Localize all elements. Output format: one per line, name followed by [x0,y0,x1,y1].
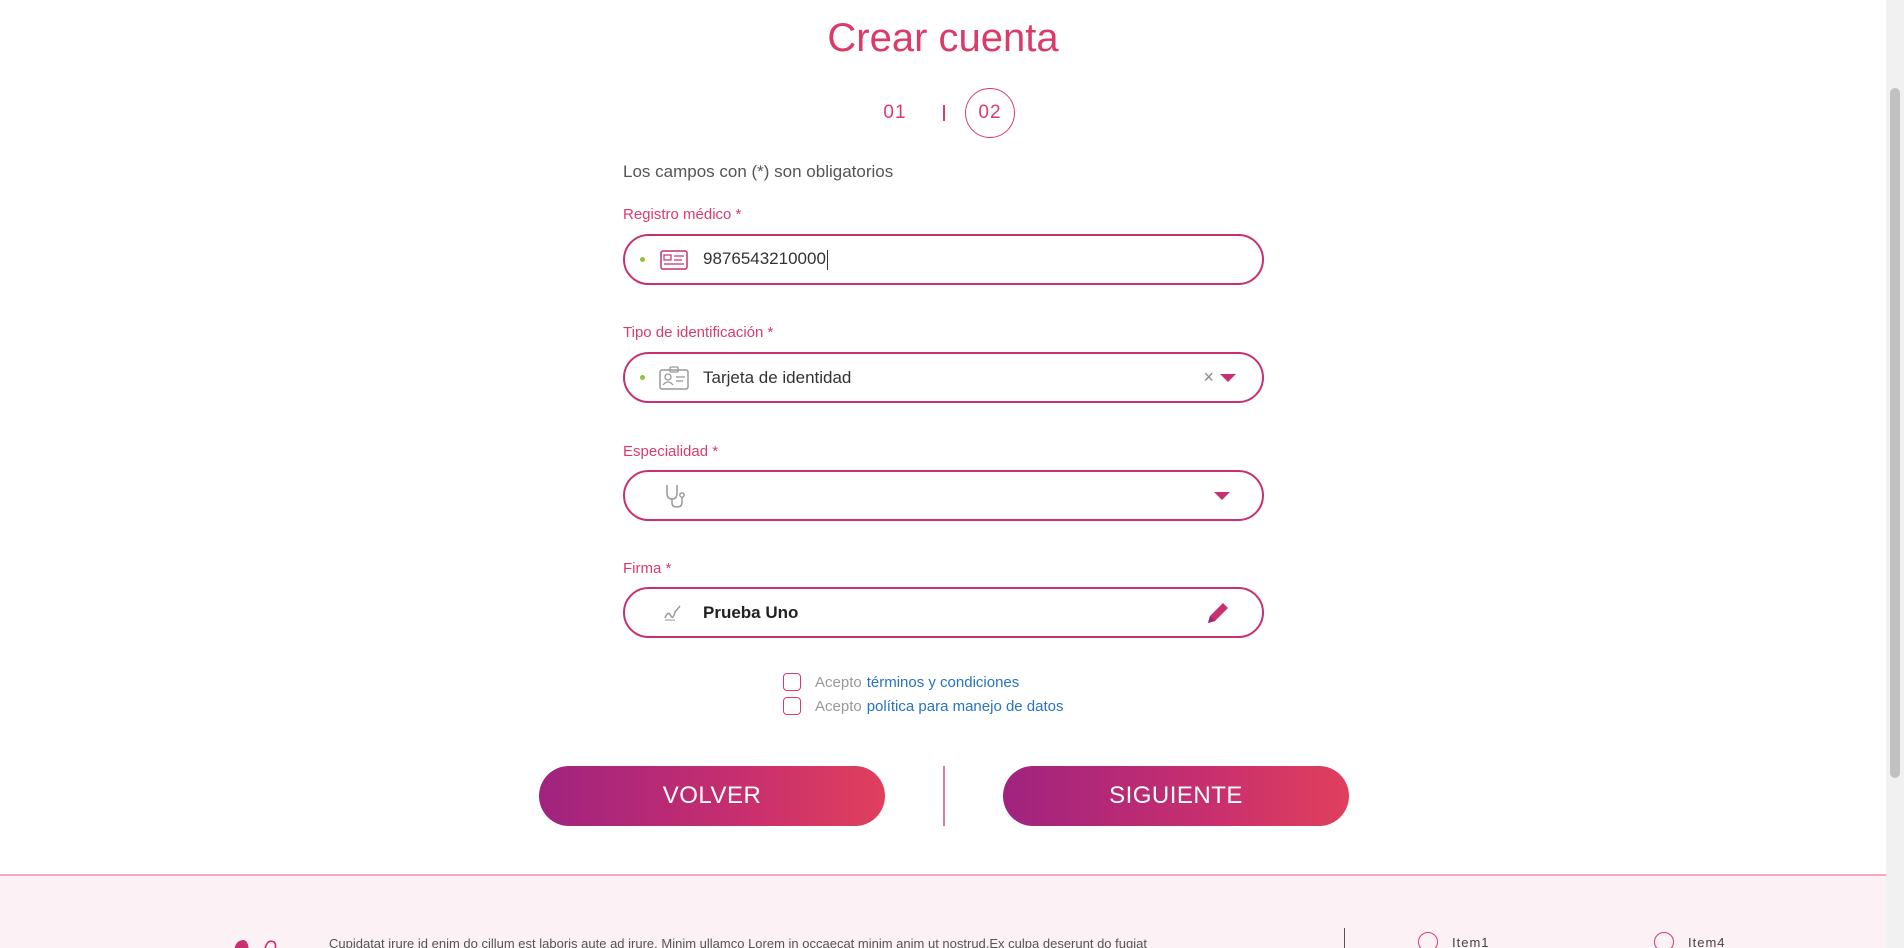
firma-field[interactable]: Prueba Uno [623,587,1264,638]
firma-label: Firma * [623,560,672,577]
tipo-identificacion-label: Tipo de identificación * [623,324,774,341]
privacy-prefix: Acepto [815,697,862,715]
terms-prefix: Acepto [815,673,862,691]
footer: Cupidatat irure id enim do cillum est la… [0,874,1886,948]
page-scrollbar[interactable] [1886,0,1904,948]
privacy-consent-row: Acepto política para manejo de datos [783,694,1064,718]
registro-medico-label: Registro médico * [623,206,742,223]
circle-icon [1418,932,1438,948]
privacy-checkbox[interactable] [783,697,801,715]
registro-medico-field[interactable]: 9876543210000 [623,234,1264,285]
tipo-identificacion-select[interactable]: Tarjeta de identidad × [623,352,1264,403]
valid-indicator [640,257,645,262]
terms-consent-row: Acepto términos y condiciones [783,670,1064,694]
step-2-active[interactable]: 02 [965,88,1015,138]
footer-divider [1344,928,1345,948]
footer-item-label: Item1 [1452,934,1490,948]
step-indicator: 01 02 [0,88,1886,138]
signature-icon [659,598,689,628]
registro-medico-value: 9876543210000 [703,249,826,269]
back-button[interactable]: VOLVER [539,766,885,826]
circle-icon [1654,932,1674,948]
step-separator [943,105,945,121]
footer-item-label: Item4 [1688,934,1726,948]
terms-link[interactable]: términos y condiciones [867,674,1020,691]
valid-indicator [640,375,645,380]
pencil-icon[interactable] [1204,599,1232,627]
clear-selection-icon[interactable]: × [1203,367,1214,388]
footer-item-4[interactable]: Item4 [1654,932,1726,948]
chevron-down-icon[interactable] [1214,491,1230,500]
step-1[interactable]: 01 [871,102,919,124]
id-badge-icon [659,363,689,393]
required-fields-note: Los campos con (*) son obligatorios [623,162,894,181]
brand-logo-icon [230,934,290,948]
firma-value: Prueba Uno [703,602,799,622]
buttons-divider [943,766,945,826]
tipo-identificacion-value: Tarjeta de identidad [703,367,852,387]
chevron-down-icon[interactable] [1220,373,1236,382]
text-caret [826,249,828,270]
medical-id-card-icon [659,245,689,275]
create-account-page: Crear cuenta 01 02 Los campos con (*) so… [0,0,1904,948]
scrollbar-thumb[interactable] [1890,88,1900,778]
footer-item-1[interactable]: Item1 [1418,932,1490,948]
terms-checkbox[interactable] [783,673,801,691]
consent-checkboxes: Acepto términos y condiciones Acepto pol… [783,670,1064,718]
page-title: Crear cuenta [827,16,1059,60]
footer-text: Cupidatat irure id enim do cillum est la… [329,936,1147,948]
especialidad-label: Especialidad * [623,443,719,460]
stethoscope-icon [659,481,689,511]
next-button[interactable]: SIGUIENTE [1003,766,1349,826]
privacy-link[interactable]: política para manejo de datos [867,698,1064,715]
registro-medico-input[interactable]: 9876543210000 [703,249,1262,270]
especialidad-select[interactable] [623,470,1264,521]
